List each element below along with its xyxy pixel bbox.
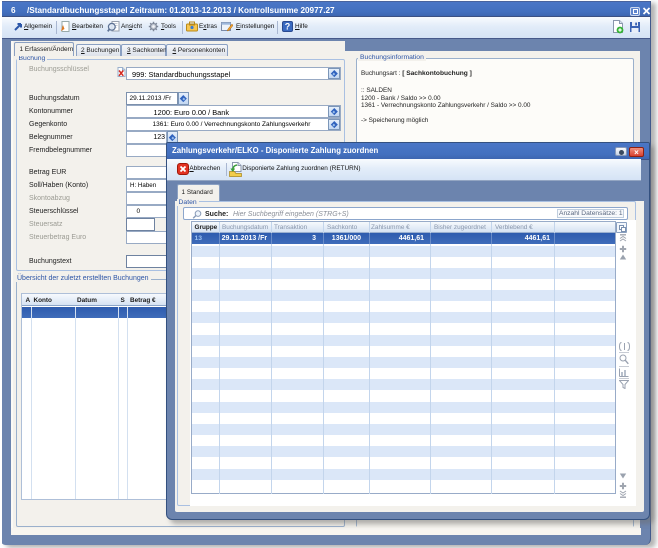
svg-text:?: ? [285,22,291,32]
